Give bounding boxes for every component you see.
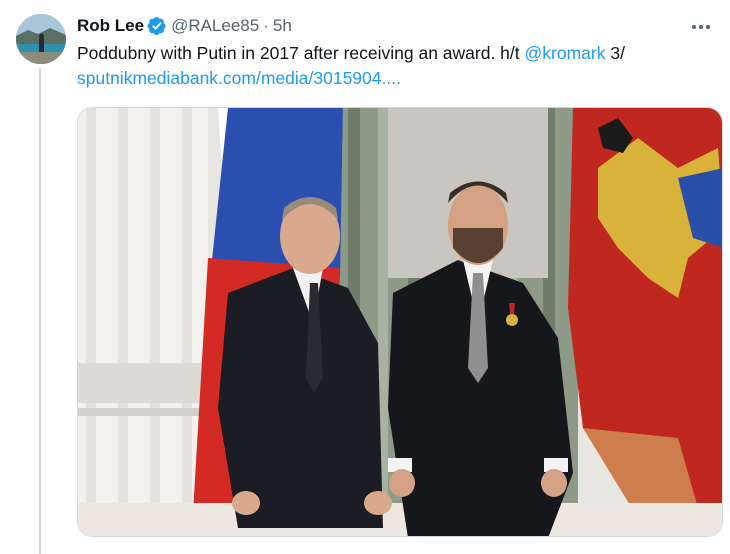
mention-link[interactable]: @kromark [525,43,606,63]
thread-connector-line [39,68,41,554]
tweet-text-line-1: Poddubny with Putin in 2017 after receiv… [77,41,697,66]
header-separator: · [263,16,269,35]
avatar[interactable] [16,14,66,64]
verified-badge-icon[interactable] [147,16,167,36]
photo-image [78,108,722,536]
tweet-header: Rob Lee @RALee85 · 5h [77,15,292,37]
url-link[interactable]: sputnikmediabank.com/media/3015904.... [77,66,697,91]
tweet-timestamp[interactable]: 5h [273,16,292,36]
tweet-text: Poddubny with Putin in 2017 after receiv… [77,41,697,91]
more-options-icon[interactable] [688,14,714,40]
display-name[interactable]: Rob Lee [77,16,144,36]
tweet-text-thread-number: 3/ [605,43,625,63]
user-handle[interactable]: @RALee85 [171,16,259,36]
tweet-text-body: Poddubny with Putin in 2017 after receiv… [77,43,525,63]
tweet-media-photo[interactable] [77,107,723,537]
avatar-image [16,14,66,64]
